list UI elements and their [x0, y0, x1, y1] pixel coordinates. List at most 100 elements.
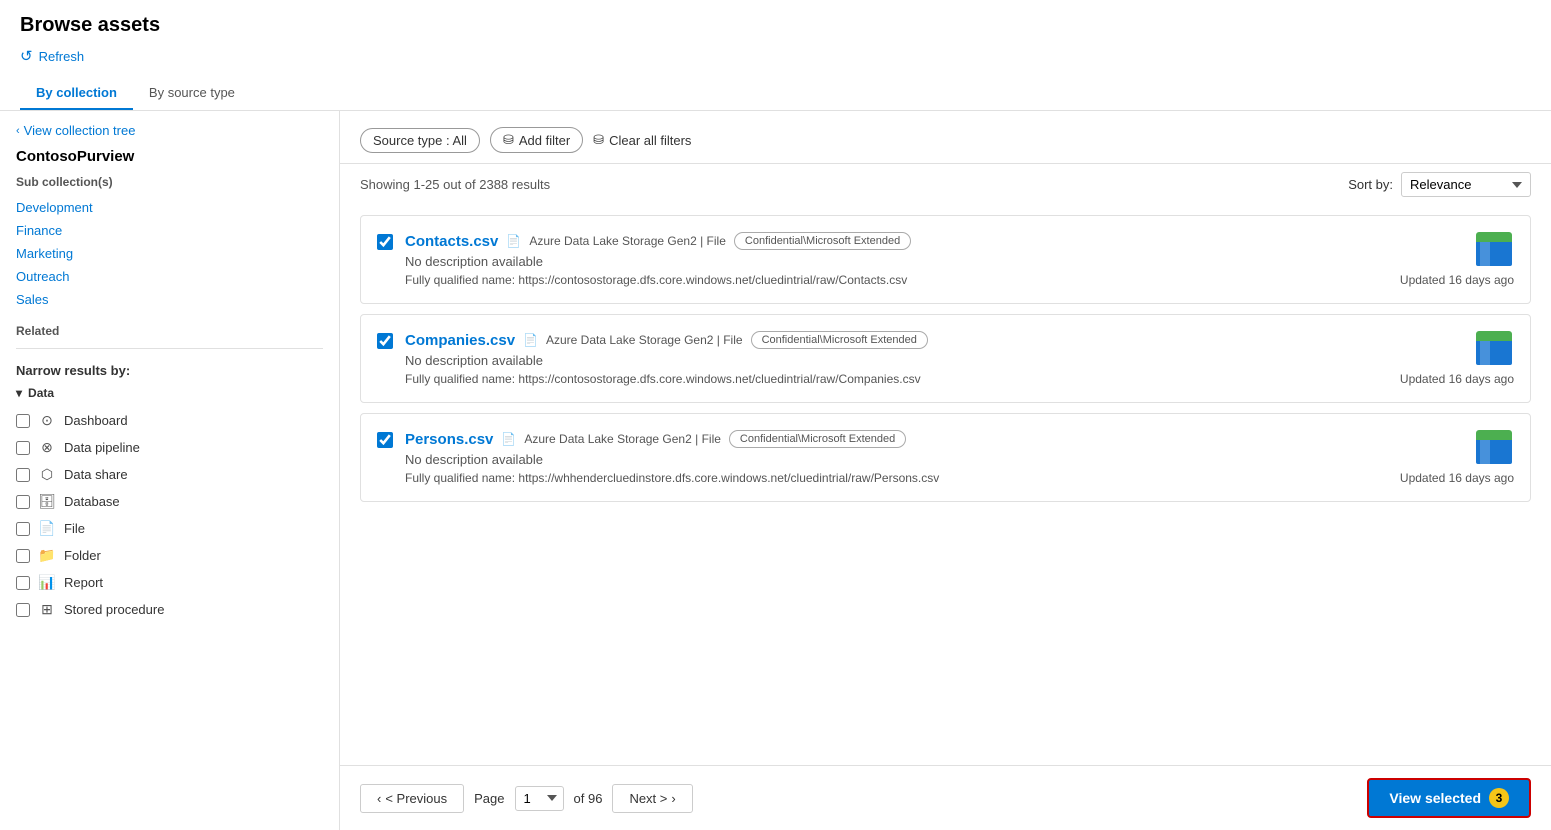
filter-data-share-checkbox[interactable]: [16, 468, 30, 482]
filter-dashboard: ⊙ Dashboard: [16, 408, 323, 433]
file-type-icon: 📄: [523, 333, 538, 347]
asset-title-row: Persons.csv 📄 Azure Data Lake Storage Ge…: [405, 430, 1462, 448]
filter-bar: Source type : All ⛁ Add filter ⛁ Clear a…: [340, 111, 1551, 164]
sub-collection-development[interactable]: Development: [16, 197, 323, 218]
asset-info-contacts: Contacts.csv 📄 Azure Data Lake Storage G…: [405, 232, 1462, 287]
next-button[interactable]: Next > ›: [612, 784, 692, 813]
asset-info-companies: Companies.csv 📄 Azure Data Lake Storage …: [405, 331, 1462, 386]
filter-stored-procedure-label: Stored procedure: [64, 602, 164, 617]
page-title: Browse assets: [20, 14, 1531, 37]
file-icon: 📄: [38, 520, 56, 537]
tab-by-collection[interactable]: By collection: [20, 77, 133, 110]
filter-file-checkbox[interactable]: [16, 522, 30, 536]
sort-label: Sort by:: [1348, 177, 1393, 192]
filter-stored-procedure-checkbox[interactable]: [16, 603, 30, 617]
filter-file-label: File: [64, 521, 85, 536]
asset-card: Persons.csv 📄 Azure Data Lake Storage Ge…: [360, 413, 1531, 502]
asset-select-persons[interactable]: [377, 432, 393, 448]
source-type-filter[interactable]: Source type : All: [360, 128, 480, 153]
filter-database: 🗄 Database: [16, 489, 323, 514]
view-selected-button[interactable]: View selected 3: [1367, 778, 1531, 818]
total-pages: of 96: [574, 791, 603, 806]
asset-fqn-companies: Fully qualified name: https://contososto…: [405, 372, 1462, 386]
related-label: Related: [16, 324, 323, 338]
filter-database-label: Database: [64, 494, 120, 509]
asset-fqn-contacts: Fully qualified name: https://contososto…: [405, 273, 1462, 287]
sub-collection-sales[interactable]: Sales: [16, 289, 323, 310]
asset-badge-contacts: Confidential\Microsoft Extended: [734, 232, 911, 250]
filter-data-pipeline-checkbox[interactable]: [16, 441, 30, 455]
asset-title-row: Companies.csv 📄 Azure Data Lake Storage …: [405, 331, 1462, 349]
filter-folder-checkbox[interactable]: [16, 549, 30, 563]
asset-updated-contacts: Updated 16 days ago: [1400, 273, 1514, 287]
asset-updated-companies: Updated 16 days ago: [1400, 372, 1514, 386]
filter-stored-procedure: ⊞ Stored procedure: [16, 597, 323, 622]
data-share-icon: ⬡: [38, 466, 56, 483]
page-select[interactable]: 1234596: [515, 786, 564, 811]
sub-collection-list: Development Finance Marketing Outreach S…: [16, 197, 323, 310]
filter-report-checkbox[interactable]: [16, 576, 30, 590]
asset-checkbox-contacts[interactable]: [377, 234, 393, 253]
pagination-bar: ‹ < Previous Page 1234596 of 96 Next > ›…: [340, 765, 1551, 830]
page-label: Page: [474, 791, 504, 806]
view-collection-tree-label: View collection tree: [24, 123, 136, 138]
clear-filter-icon: ⛁: [593, 132, 604, 148]
asset-checkbox-persons[interactable]: [377, 432, 393, 451]
view-collection-tree-link[interactable]: ‹ View collection tree: [16, 123, 323, 138]
asset-description-persons: No description available: [405, 452, 1462, 467]
asset-card: Companies.csv 📄 Azure Data Lake Storage …: [360, 314, 1531, 403]
previous-label: < Previous: [385, 791, 447, 806]
asset-description-companies: No description available: [405, 353, 1462, 368]
chevron-down-icon: ▾: [16, 386, 22, 400]
asset-name-contacts[interactable]: Contacts.csv: [405, 233, 498, 250]
asset-source-contacts: Azure Data Lake Storage Gen2 | File: [529, 234, 726, 248]
storage-icon-contacts: [1474, 232, 1514, 272]
sub-collection-outreach[interactable]: Outreach: [16, 266, 323, 287]
sub-collections-label: Sub collection(s): [16, 175, 323, 189]
add-filter-label: Add filter: [519, 133, 570, 148]
data-pipeline-icon: ⊗: [38, 439, 56, 456]
asset-updated-persons: Updated 16 days ago: [1400, 471, 1514, 485]
filter-data-pipeline: ⊗ Data pipeline: [16, 435, 323, 460]
file-type-icon: 📄: [501, 432, 516, 446]
asset-name-companies[interactable]: Companies.csv: [405, 332, 515, 349]
add-filter-button[interactable]: ⛁ Add filter: [490, 127, 583, 153]
sort-select[interactable]: Relevance Name Updated: [1401, 172, 1531, 197]
asset-badge-persons: Confidential\Microsoft Extended: [729, 430, 906, 448]
chevron-left-icon: ‹: [16, 125, 20, 137]
data-section-header[interactable]: ▾ Data: [16, 386, 323, 400]
report-icon: 📊: [38, 574, 56, 591]
filter-database-checkbox[interactable]: [16, 495, 30, 509]
refresh-label: Refresh: [39, 49, 85, 64]
data-filter-list: ⊙ Dashboard ⊗ Data pipeline ⬡ Data share: [16, 408, 323, 622]
asset-source-persons: Azure Data Lake Storage Gen2 | File: [524, 432, 721, 446]
tab-by-source-type[interactable]: By source type: [133, 77, 251, 110]
sub-collection-finance[interactable]: Finance: [16, 220, 323, 241]
asset-info-persons: Persons.csv 📄 Azure Data Lake Storage Ge…: [405, 430, 1462, 485]
results-bar: Showing 1-25 out of 2388 results Sort by…: [340, 164, 1551, 205]
filter-report: 📊 Report: [16, 570, 323, 595]
content-area: Source type : All ⛁ Add filter ⛁ Clear a…: [340, 111, 1551, 830]
asset-checkbox-companies[interactable]: [377, 333, 393, 352]
folder-icon: 📁: [38, 547, 56, 564]
filter-dashboard-checkbox[interactable]: [16, 414, 30, 428]
filter-data-share: ⬡ Data share: [16, 462, 323, 487]
clear-filters-button[interactable]: ⛁ Clear all filters: [593, 132, 691, 148]
previous-button[interactable]: ‹ < Previous: [360, 784, 464, 813]
asset-title-row: Contacts.csv 📄 Azure Data Lake Storage G…: [405, 232, 1462, 250]
sort-area: Sort by: Relevance Name Updated: [1348, 172, 1531, 197]
storage-icon-persons: [1474, 430, 1514, 470]
refresh-button[interactable]: ↺ Refresh: [20, 47, 84, 65]
sub-collection-marketing[interactable]: Marketing: [16, 243, 323, 264]
stored-procedure-icon: ⊞: [38, 601, 56, 618]
asset-description-contacts: No description available: [405, 254, 1462, 269]
database-icon: 🗄: [38, 493, 56, 510]
asset-card: Contacts.csv 📄 Azure Data Lake Storage G…: [360, 215, 1531, 304]
narrow-results-label: Narrow results by:: [16, 363, 323, 378]
asset-select-contacts[interactable]: [377, 234, 393, 250]
asset-select-companies[interactable]: [377, 333, 393, 349]
asset-name-persons[interactable]: Persons.csv: [405, 431, 493, 448]
add-filter-icon: ⛁: [503, 132, 514, 148]
dashboard-icon: ⊙: [38, 412, 56, 429]
data-section-label: Data: [28, 386, 54, 400]
